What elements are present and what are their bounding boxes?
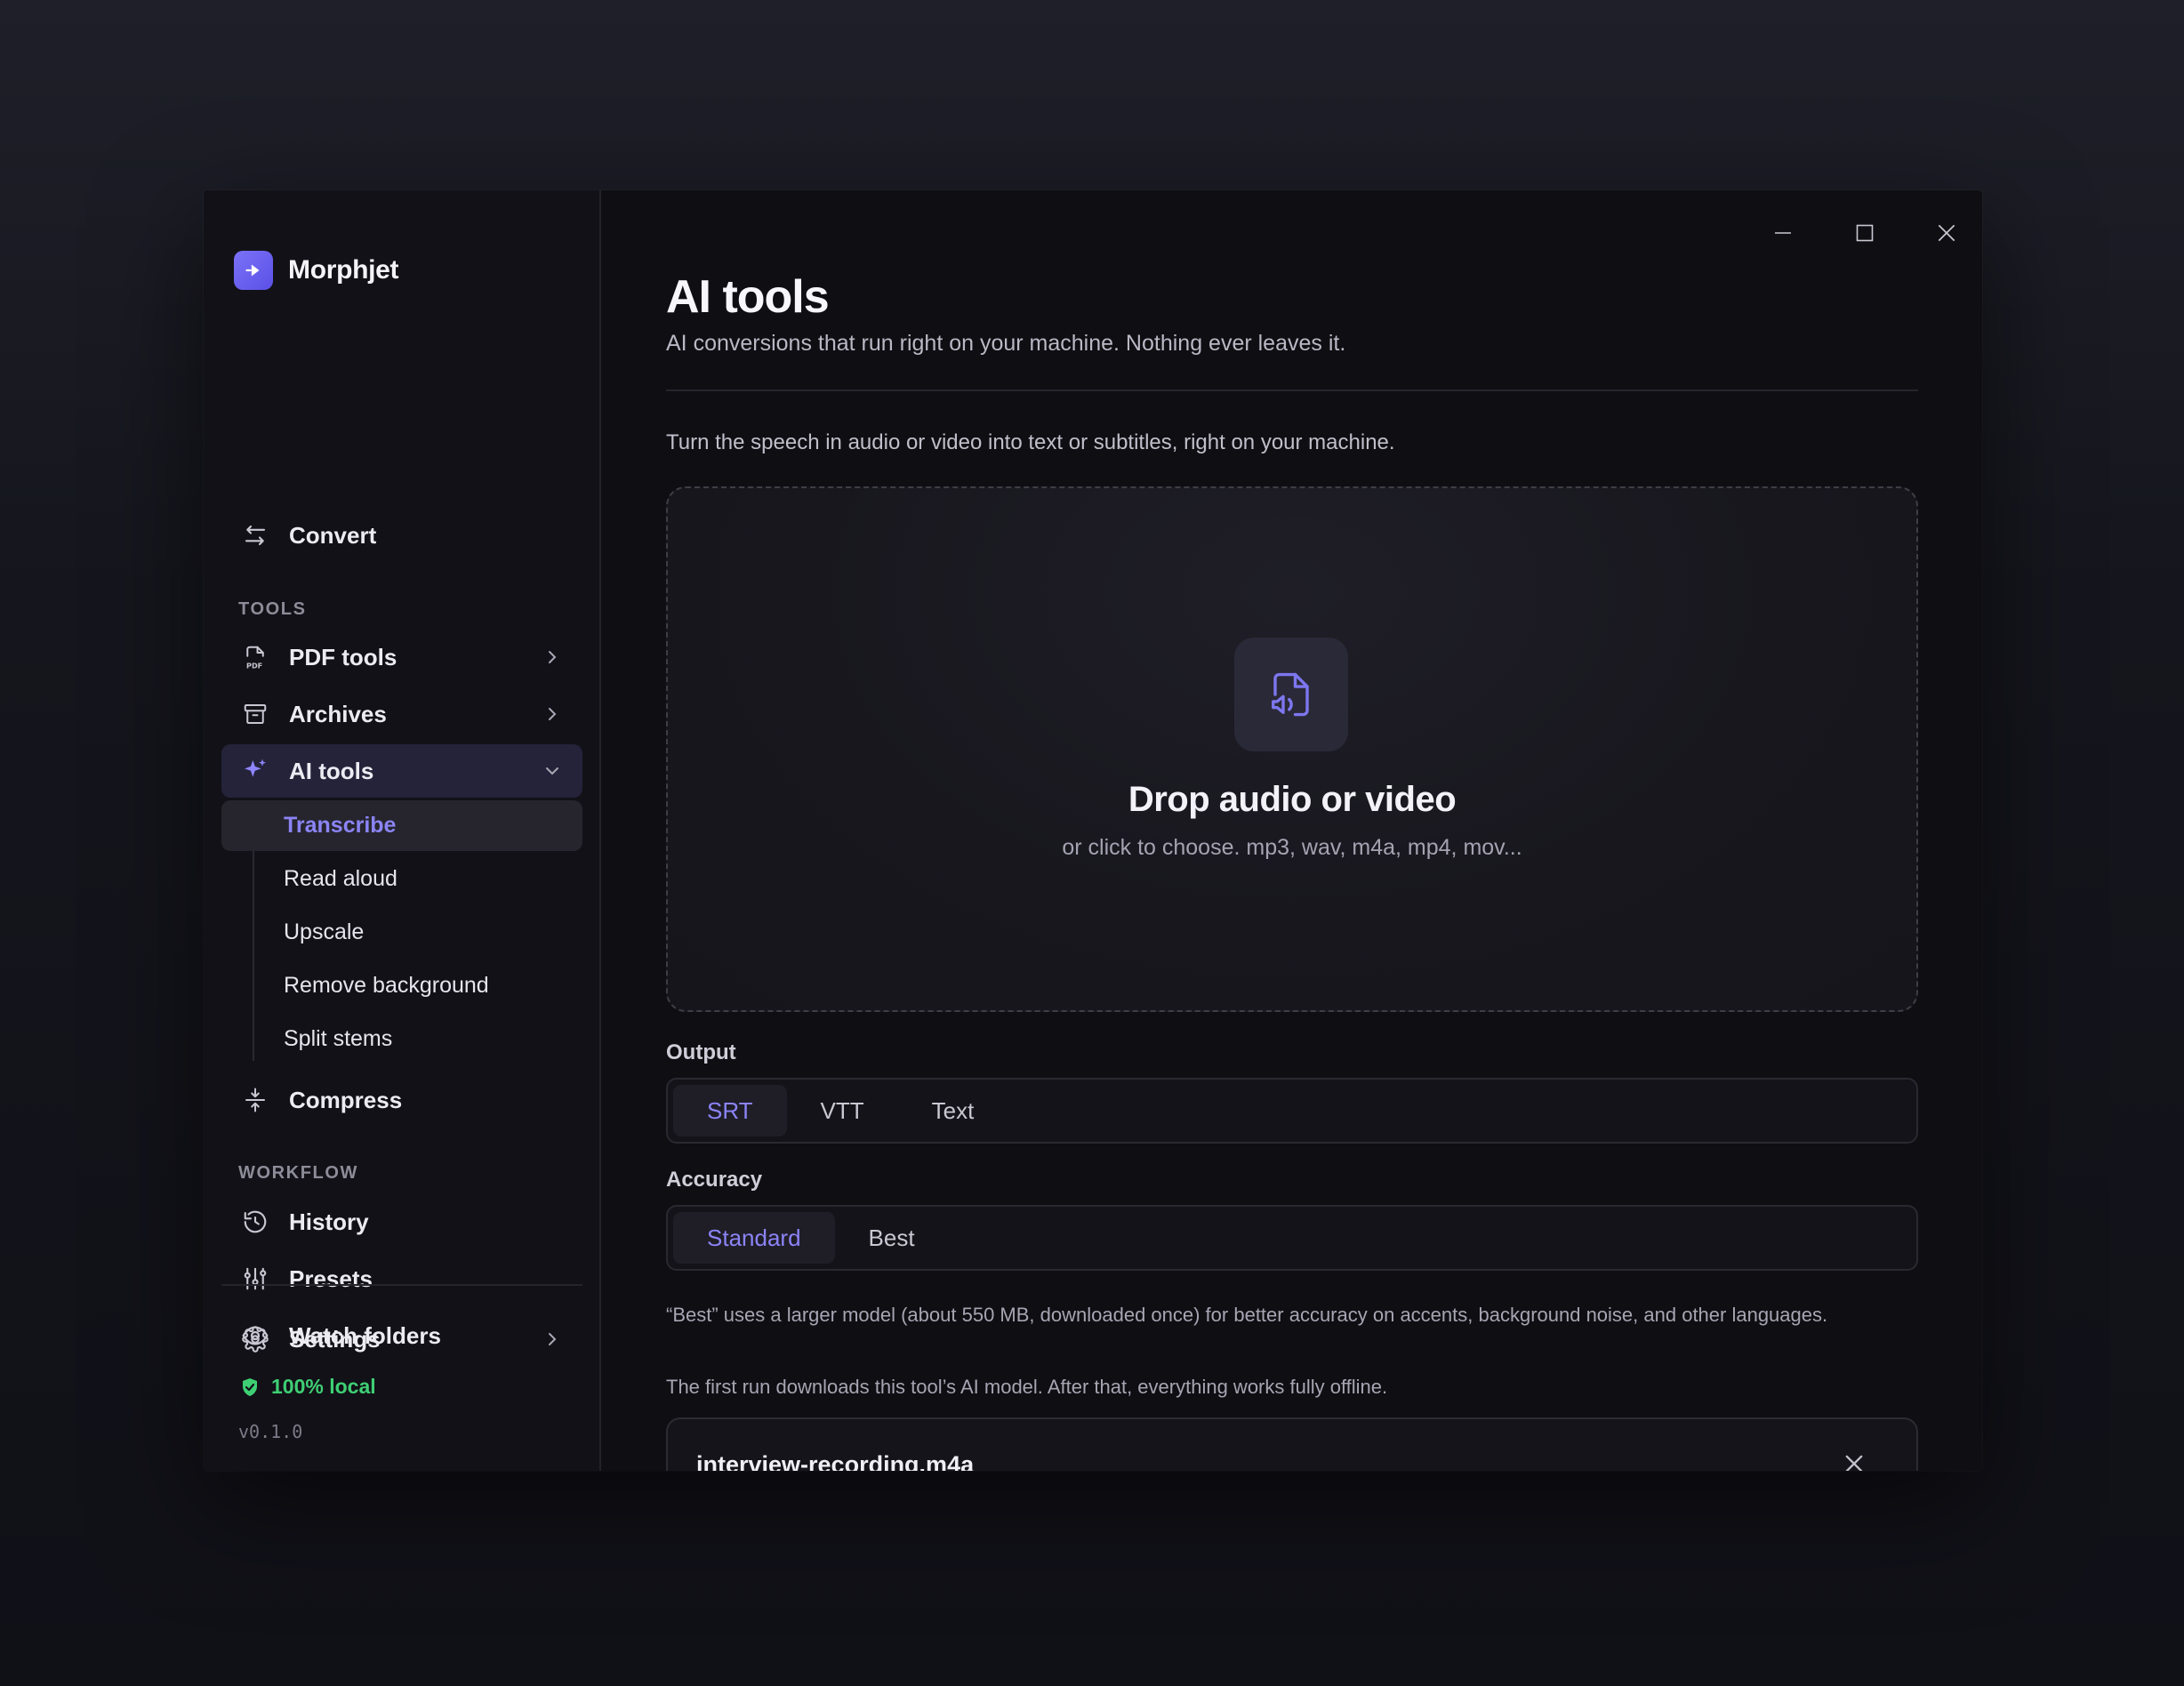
sidebar-item-label: Compress <box>289 1086 403 1113</box>
minimize-icon <box>1775 232 1791 234</box>
swap-arrows-icon <box>241 521 269 550</box>
accuracy-option-best[interactable]: Best <box>835 1212 949 1264</box>
section-label-tools: TOOLS <box>238 599 307 619</box>
sidebar-item-settings[interactable]: Settings <box>221 1313 582 1366</box>
sidebar-item-compress[interactable]: Compress <box>221 1073 582 1127</box>
remove-file-icon[interactable] <box>1842 1451 1867 1471</box>
sidebar-subitem-remove-background[interactable]: Remove background <box>253 960 582 1011</box>
dropzone-title: Drop audio or video <box>1128 780 1457 819</box>
sidebar-item-convert[interactable]: Convert <box>221 509 582 562</box>
sidebar-subitem-upscale[interactable]: Upscale <box>253 907 582 958</box>
sidebar-item-ai-tools[interactable]: AI tools <box>221 744 582 798</box>
maximize-icon <box>1856 224 1874 242</box>
sidebar-item-label: Archives <box>289 700 387 727</box>
sidebar-subitem-split-stems[interactable]: Split stems <box>253 1014 582 1064</box>
header-divider <box>666 389 1918 391</box>
section-label-workflow: WORKFLOW <box>238 1163 358 1183</box>
sidebar-item-history[interactable]: History <box>221 1195 582 1248</box>
sidebar-item-label: Settings <box>289 1325 381 1353</box>
brand[interactable]: Morphjet <box>234 251 399 290</box>
app-name: Morphjet <box>288 255 399 285</box>
file-name: interview-recording.m4a <box>696 1451 975 1471</box>
accuracy-note: “Best” uses a larger model (about 550 MB… <box>666 1304 1828 1326</box>
offline-note: The first run downloads this tool’s AI m… <box>666 1376 1388 1398</box>
accuracy-option-standard[interactable]: Standard <box>673 1212 835 1264</box>
output-option-text[interactable]: Text <box>898 1085 1008 1136</box>
file-card: interview-recording.m4a <box>666 1417 1918 1471</box>
dropzone-subtitle: or click to choose. mp3, wav, m4a, mp4, … <box>1062 835 1522 860</box>
sidebar-item-label: Convert <box>289 521 377 549</box>
sidebar-item-archives[interactable]: Archives <box>221 687 582 741</box>
close-icon <box>1938 224 1955 242</box>
output-format-selector: SRT VTT Text <box>666 1078 1918 1144</box>
sidebar-item-label: Presets <box>289 1264 373 1292</box>
compress-icon <box>241 1086 269 1114</box>
chevron-down-icon <box>546 767 558 775</box>
local-status-badge: 100% local <box>239 1375 376 1399</box>
audio-file-icon <box>1234 638 1348 751</box>
output-option-srt[interactable]: SRT <box>673 1085 787 1136</box>
app-logo-icon <box>234 251 273 290</box>
gear-icon <box>241 1325 269 1353</box>
sidebar-item-label: History <box>289 1208 369 1235</box>
accuracy-label: Accuracy <box>666 1168 763 1192</box>
sliders-icon <box>241 1264 269 1293</box>
sidebar-item-presets[interactable]: Presets <box>221 1252 582 1305</box>
app-version: v0.1.0 <box>238 1421 303 1442</box>
archive-icon <box>241 700 269 728</box>
history-icon <box>241 1208 269 1236</box>
app-window: Morphjet Convert TOOLS PDF PDF tools Arc… <box>204 190 1982 1471</box>
maximize-button[interactable] <box>1840 208 1890 258</box>
local-status-text: 100% local <box>271 1375 376 1398</box>
sidebar: Morphjet Convert TOOLS PDF PDF tools Arc… <box>204 190 601 1471</box>
output-option-vtt[interactable]: VTT <box>787 1085 898 1136</box>
tool-description: Turn the speech in audio or video into t… <box>666 430 1395 454</box>
sidebar-subitem-read-aloud[interactable]: Read aloud <box>253 854 582 904</box>
output-label: Output <box>666 1040 736 1064</box>
sidebar-subitem-transcribe[interactable]: Transcribe <box>221 800 582 851</box>
chevron-right-icon <box>549 651 557 663</box>
main-content: AI tools AI conversions that run right o… <box>601 190 1982 1471</box>
svg-text:PDF: PDF <box>246 662 262 670</box>
close-window-button[interactable] <box>1922 208 1971 258</box>
sidebar-item-pdf-tools[interactable]: PDF PDF tools <box>221 630 582 684</box>
sidebar-item-label: PDF tools <box>289 643 397 670</box>
page-subtitle: AI conversions that run right on your ma… <box>666 331 1346 356</box>
minimize-button[interactable] <box>1758 208 1808 258</box>
file-dropzone[interactable]: Drop audio or video or click to choose. … <box>666 486 1918 1012</box>
page-title: AI tools <box>666 271 830 323</box>
accuracy-selector: Standard Best <box>666 1205 1918 1271</box>
sparkle-icon <box>241 757 269 785</box>
sidebar-divider <box>221 1284 582 1286</box>
shield-check-icon <box>243 1377 257 1396</box>
sidebar-item-label: AI tools <box>289 757 374 784</box>
chevron-right-icon <box>549 1333 557 1345</box>
pdf-icon: PDF <box>241 643 269 671</box>
chevron-right-icon <box>549 708 557 720</box>
